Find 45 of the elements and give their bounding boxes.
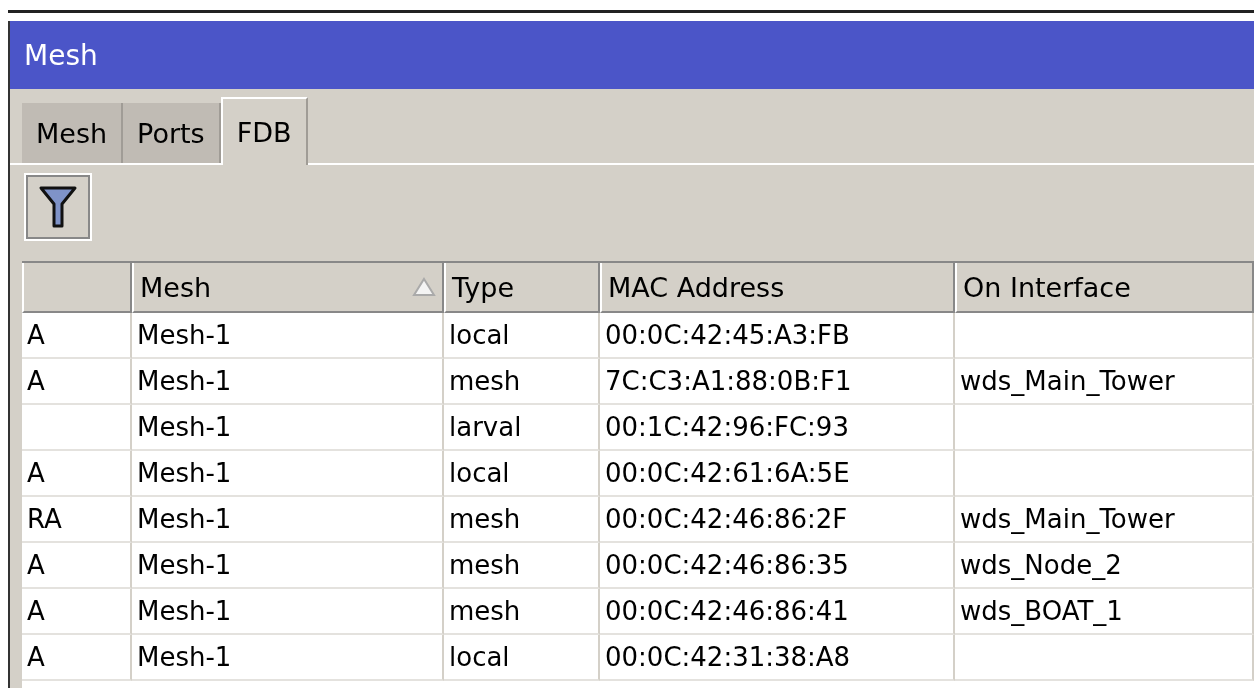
table-cell: Mesh-1: [132, 405, 444, 451]
table-cell: RA: [22, 497, 132, 543]
table-cell: mesh: [444, 589, 600, 635]
table-cell: mesh: [444, 497, 600, 543]
table-cell: wds_Main_Tower: [955, 497, 1254, 543]
column-header[interactable]: Mesh: [132, 263, 444, 313]
table-cell: Mesh-1: [132, 313, 444, 359]
table-cell: local: [444, 451, 600, 497]
table-cell: wds_BOAT_1: [955, 589, 1254, 635]
table-cell: A: [22, 543, 132, 589]
table-cell: wds_Main_Tower: [955, 359, 1254, 405]
table-cell: mesh: [444, 359, 600, 405]
table-cell: 00:0C:42:61:6A:5E: [600, 451, 955, 497]
column-header[interactable]: Type: [444, 263, 600, 313]
table-cell: A: [22, 313, 132, 359]
table-cell: Mesh-1: [132, 589, 444, 635]
table-cell: Mesh-1: [132, 543, 444, 589]
table-cell: larval: [444, 405, 600, 451]
table-cell: Mesh-1: [132, 359, 444, 405]
tab[interactable]: Mesh: [22, 103, 124, 163]
column-header[interactable]: MAC Address: [600, 263, 955, 313]
table-cell: A: [22, 589, 132, 635]
table-cell: 00:0C:42:46:86:2F: [600, 497, 955, 543]
table-cell: Mesh-1: [132, 497, 444, 543]
tab[interactable]: FDB: [220, 97, 308, 165]
table-cell: 00:0C:42:46:86:41: [600, 589, 955, 635]
table-cell: Mesh-1: [132, 451, 444, 497]
table-cell: local: [444, 313, 600, 359]
column-header[interactable]: On Interface: [955, 263, 1254, 313]
table-cell: Mesh-1: [132, 635, 444, 681]
table-cell: mesh: [444, 543, 600, 589]
filter-icon: [38, 184, 78, 230]
table-cell: 00:1C:42:96:FC:93: [600, 405, 955, 451]
table-cell: A: [22, 359, 132, 405]
table-cell: A: [22, 451, 132, 497]
table-cell: wds_Node_2: [955, 543, 1254, 589]
table-cell: local: [444, 635, 600, 681]
filter-button[interactable]: [24, 173, 92, 241]
table-cell: 00:0C:42:46:86:35: [600, 543, 955, 589]
tab[interactable]: Ports: [123, 103, 221, 163]
table-cell: 7C:C3:A1:88:0B:F1: [600, 359, 955, 405]
table-cell: A: [22, 635, 132, 681]
window-title: Mesh: [24, 38, 98, 72]
table-cell: 00:0C:42:31:38:A8: [600, 635, 955, 681]
table-cell: 00:0C:42:45:A3:FB: [600, 313, 955, 359]
